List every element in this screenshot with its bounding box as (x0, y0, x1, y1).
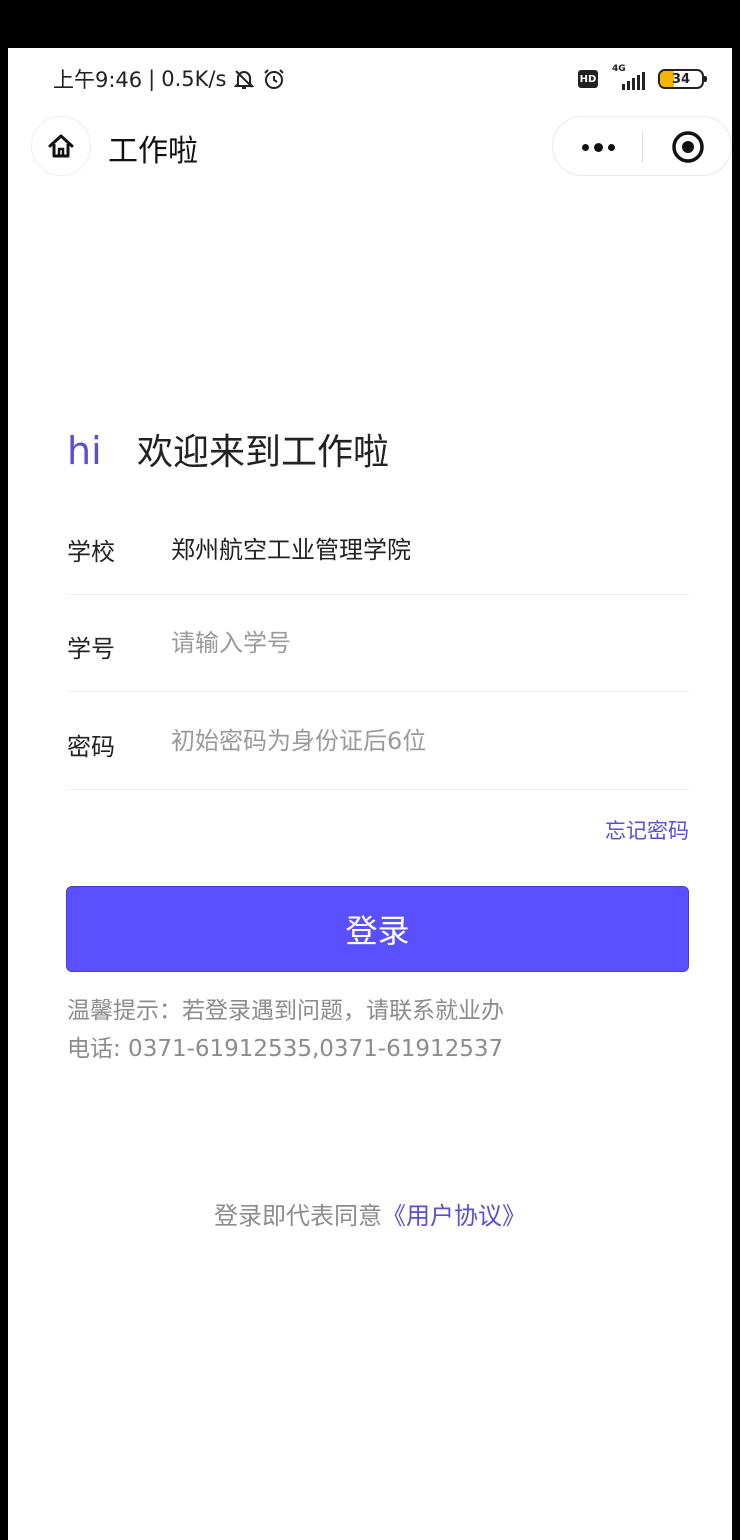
agreement: 登录即代表同意《用户协议》 (8, 1196, 732, 1231)
tip-line-2: 电话: 0371-61912535,0371-61912537 (67, 1036, 504, 1062)
school-row[interactable]: 学校 郑州航空工业管理学院 (67, 498, 689, 595)
more-dot-icon (593, 142, 603, 152)
forgot-password-link[interactable]: 忘记密码 (605, 815, 689, 845)
target-close-icon (672, 131, 704, 163)
user-agreement-link[interactable]: 《用户协议》 (382, 1202, 526, 1230)
status-separator: | (148, 67, 156, 91)
more-dot-icon (581, 143, 589, 151)
more-button[interactable] (573, 133, 623, 161)
hd-badge: HD (578, 70, 598, 88)
status-left: 上午9:46 | 0.5K/s (53, 64, 286, 94)
nav-bar: 工作啦 (8, 112, 732, 182)
agreement-prefix: 登录即代表同意 (214, 1202, 382, 1230)
battery-level: 34 (671, 71, 691, 87)
password-label: 密码 (67, 733, 115, 761)
greeting: hi 欢迎来到工作啦 (67, 423, 389, 475)
bell-off-icon (234, 70, 255, 89)
more-dot-icon (607, 143, 615, 151)
password-input[interactable] (171, 721, 671, 761)
password-row: 密码 (67, 693, 689, 790)
screen: 上午9:46 | 0.5K/s HD 4G 34 工作啦 hi 欢迎来到工作啦 … (8, 48, 732, 1540)
home-button[interactable] (31, 116, 91, 176)
home-icon (48, 134, 74, 158)
tip-line-1: 温馨提示：若登录遇到问题，请联系就业办 (67, 998, 504, 1024)
tip-text: 温馨提示：若登录遇到问题，请联系就业办 电话: 0371-61912535,03… (67, 992, 689, 1068)
page-title: 工作啦 (108, 134, 198, 169)
student-id-input[interactable] (171, 623, 671, 663)
login-button[interactable]: 登录 (66, 886, 689, 972)
mini-program-capsule (552, 116, 732, 176)
school-value[interactable]: 郑州航空工业管理学院 (171, 530, 411, 565)
capsule-divider (642, 131, 643, 163)
greeting-hi: hi (67, 429, 102, 473)
status-speed: 0.5K/s (161, 67, 227, 91)
status-right: HD 4G 34 (578, 64, 707, 92)
signal-icon: 4G (608, 64, 648, 92)
status-bar: 上午9:46 | 0.5K/s HD 4G 34 (8, 48, 732, 112)
alarm-icon (264, 69, 285, 89)
school-label: 学校 (67, 538, 115, 566)
status-time: 上午9:46 (53, 68, 143, 92)
greeting-welcome: 欢迎来到工作啦 (137, 432, 390, 473)
close-button[interactable] (670, 129, 706, 165)
student-id-label: 学号 (67, 635, 115, 663)
battery-icon: 34 (658, 69, 707, 89)
student-id-row: 学号 (67, 595, 689, 692)
